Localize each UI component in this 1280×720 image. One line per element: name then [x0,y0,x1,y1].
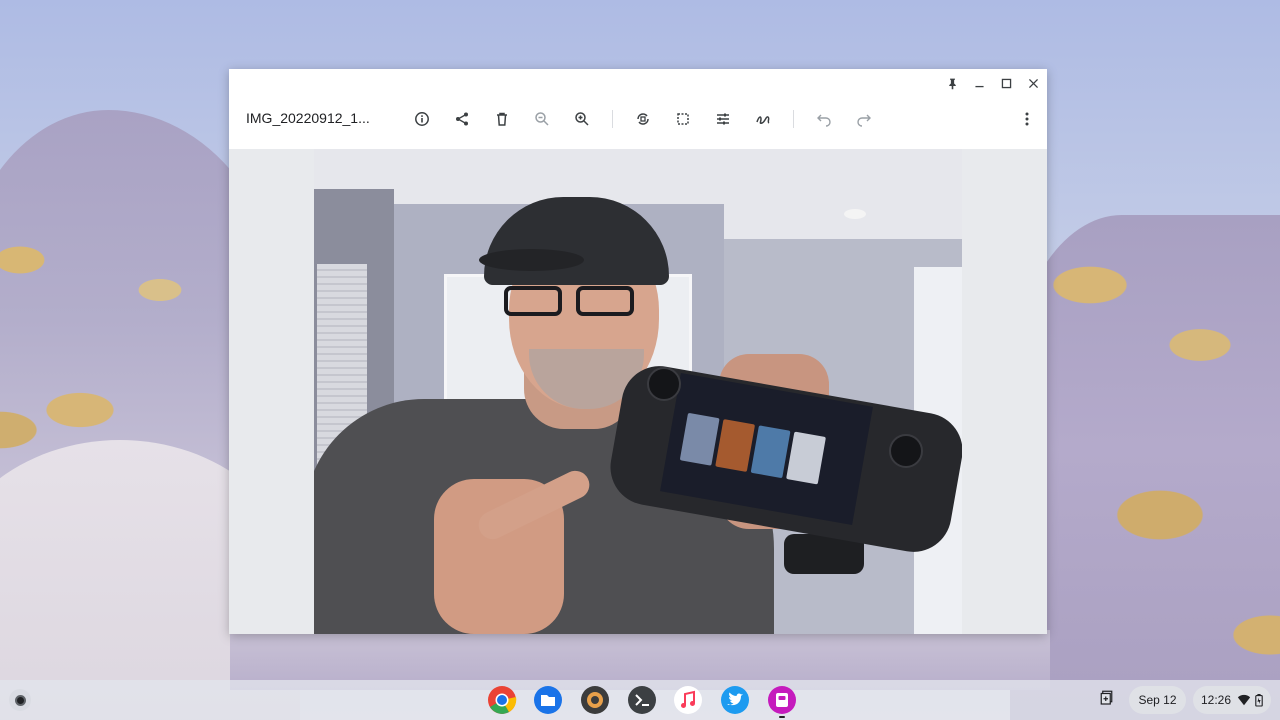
pin-icon[interactable] [939,69,966,97]
caption-bar [939,69,1047,97]
battery-icon [1255,694,1263,707]
photo[interactable] [314,149,962,634]
files-icon[interactable] [533,685,563,715]
annotate-icon[interactable] [751,107,775,131]
chrome-icon[interactable] [487,685,517,715]
file-name: IMG_20220912_1... [246,110,370,126]
date-display[interactable]: Sep 12 [1129,686,1186,714]
wifi-icon [1237,694,1251,706]
undo-icon[interactable] [812,107,836,131]
gallery-window: IMG_20220912_1... [229,69,1047,634]
time-display: 12:26 [1201,693,1232,707]
status-area[interactable]: 12:26 [1193,686,1271,714]
zoom-in-icon[interactable] [570,107,594,131]
close-icon[interactable] [1020,69,1047,97]
gallery-toolbar: IMG_20220912_1... [229,99,1047,139]
music-icon[interactable] [673,685,703,715]
image-viewer[interactable] [229,149,1047,634]
delete-icon[interactable] [490,107,514,131]
redo-icon[interactable] [852,107,876,131]
crop-icon[interactable] [671,107,695,131]
zoom-out-icon[interactable] [530,107,554,131]
twitter-icon[interactable] [720,685,750,715]
gallery-icon[interactable] [767,685,797,718]
more-icon[interactable] [1015,107,1039,131]
shelf: Sep 12 12:26 [0,680,1280,720]
minimize-icon[interactable] [966,69,993,97]
launcher-button[interactable] [9,689,31,711]
adjust-icon[interactable] [711,107,735,131]
info-icon[interactable] [410,107,434,131]
terminal-icon[interactable] [627,685,657,715]
app-icon[interactable] [580,685,610,715]
phone-hub-icon[interactable] [1096,686,1120,710]
share-icon[interactable] [450,107,474,131]
rotate-icon[interactable] [631,107,655,131]
maximize-icon[interactable] [993,69,1020,97]
